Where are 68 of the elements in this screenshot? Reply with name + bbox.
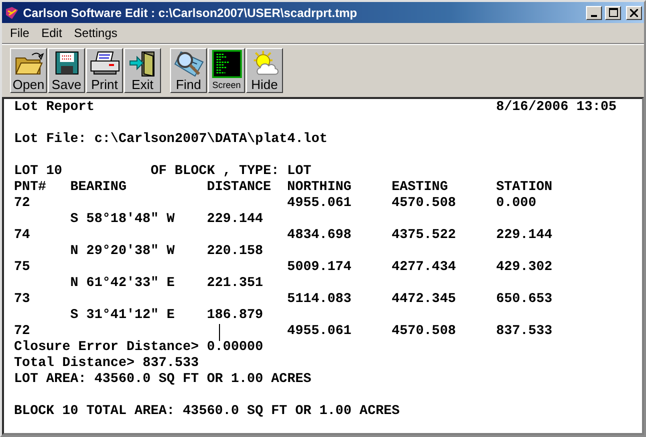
maximize-icon bbox=[608, 8, 618, 17]
station-value: 429.302 bbox=[496, 260, 554, 276]
northing-value: 4955.061 bbox=[287, 324, 352, 340]
close-icon bbox=[630, 8, 638, 16]
toolbar-button[interactable]: Open bbox=[10, 48, 47, 93]
easting-value: 4375.522 bbox=[392, 228, 457, 244]
menu-item[interactable]: File bbox=[4, 26, 36, 40]
toolbar-button[interactable]: Save bbox=[48, 48, 85, 93]
toolbar-button[interactable]: Screen bbox=[208, 48, 245, 93]
minimize-button[interactable] bbox=[586, 6, 602, 20]
summary-line: Total Distance> 837.533 bbox=[14, 356, 200, 372]
column-header: PNT# bbox=[14, 180, 48, 196]
door-arrow-icon bbox=[128, 50, 158, 78]
northing-value: 5114.083 bbox=[287, 292, 352, 308]
window-title: Carlson Software Edit : c:\Carlson2007\USER\scadrprt.tmp bbox=[23, 6, 358, 20]
column-header: STATION bbox=[496, 180, 554, 196]
column-header: NORTHING bbox=[287, 180, 352, 196]
distance-value: 186.879 bbox=[206, 308, 264, 324]
bearing-value: S 58°18'48" W bbox=[70, 212, 176, 228]
minimize-icon bbox=[591, 14, 597, 16]
menu-item[interactable]: Edit bbox=[35, 26, 68, 40]
bearing-value: S 31°41'12" E bbox=[70, 308, 176, 324]
bearing-value: N 61°42'33" E bbox=[70, 276, 176, 292]
app-icon bbox=[4, 6, 20, 20]
easting-value: 4570.508 bbox=[392, 324, 457, 340]
station-value: 650.653 bbox=[496, 292, 554, 308]
printer-icon bbox=[88, 50, 120, 76]
report-text-area[interactable] bbox=[2, 97, 644, 435]
maximize-button[interactable] bbox=[605, 6, 621, 20]
station-value: 229.144 bbox=[496, 228, 554, 244]
toolbar-button[interactable]: Hide bbox=[246, 48, 283, 93]
northing-value: 5009.174 bbox=[287, 260, 352, 276]
station-value: 0.000 bbox=[496, 196, 538, 212]
bearing-value: N 29°20'38" W bbox=[70, 244, 176, 260]
summary-line: LOT AREA: 43560.0 SQ FT OR 1.00 ACRES bbox=[14, 372, 312, 388]
report-title: Lot Report bbox=[14, 100, 96, 116]
toolbar-button[interactable]: Print bbox=[86, 48, 123, 93]
report-date: 8/16/2006 13:05 bbox=[496, 100, 618, 116]
lot-info: OF BLOCK , TYPE: bbox=[150, 164, 280, 180]
lot-file-path: Lot File: c:\Carlson2007\DATA\plat4.lot bbox=[14, 132, 328, 148]
folder-icon bbox=[14, 50, 44, 76]
lot-info: LOT bbox=[287, 164, 312, 180]
terminal-screen-icon bbox=[210, 50, 244, 78]
magnifier-icon bbox=[172, 50, 204, 78]
distance-value: 229.144 bbox=[206, 212, 264, 228]
point-number: 72 bbox=[14, 196, 32, 212]
close-button[interactable] bbox=[626, 6, 642, 20]
northing-value: 4834.698 bbox=[287, 228, 352, 244]
block-total-area: BLOCK 10 TOTAL AREA: 43560.0 SQ FT OR 1.00 ACRES bbox=[14, 404, 642, 420]
point-number: 72 bbox=[14, 324, 32, 340]
northing-value: 4955.061 bbox=[287, 196, 352, 212]
point-number: 75 bbox=[14, 260, 32, 276]
point-number: 74 bbox=[14, 228, 32, 244]
easting-value: 4570.508 bbox=[392, 196, 457, 212]
distance-value: 221.351 bbox=[206, 276, 264, 292]
column-header: EASTING bbox=[392, 180, 449, 196]
station-value: 837.533 bbox=[496, 324, 554, 340]
summary-line: Closure Error Distance> 0.00000 bbox=[14, 340, 264, 356]
lot-info: LOT 10 bbox=[14, 164, 64, 180]
point-number: 73 bbox=[14, 292, 32, 308]
easting-value: 4277.434 bbox=[392, 260, 457, 276]
menu-item[interactable]: Settings bbox=[68, 26, 124, 40]
toolbar-button[interactable]: Exit bbox=[124, 48, 161, 93]
toolbar-button[interactable]: Find bbox=[170, 48, 207, 93]
column-header: DISTANCE bbox=[206, 180, 272, 196]
column-header: BEARING bbox=[70, 180, 128, 196]
distance-value: 220.158 bbox=[206, 244, 264, 260]
easting-value: 4472.345 bbox=[392, 292, 457, 308]
